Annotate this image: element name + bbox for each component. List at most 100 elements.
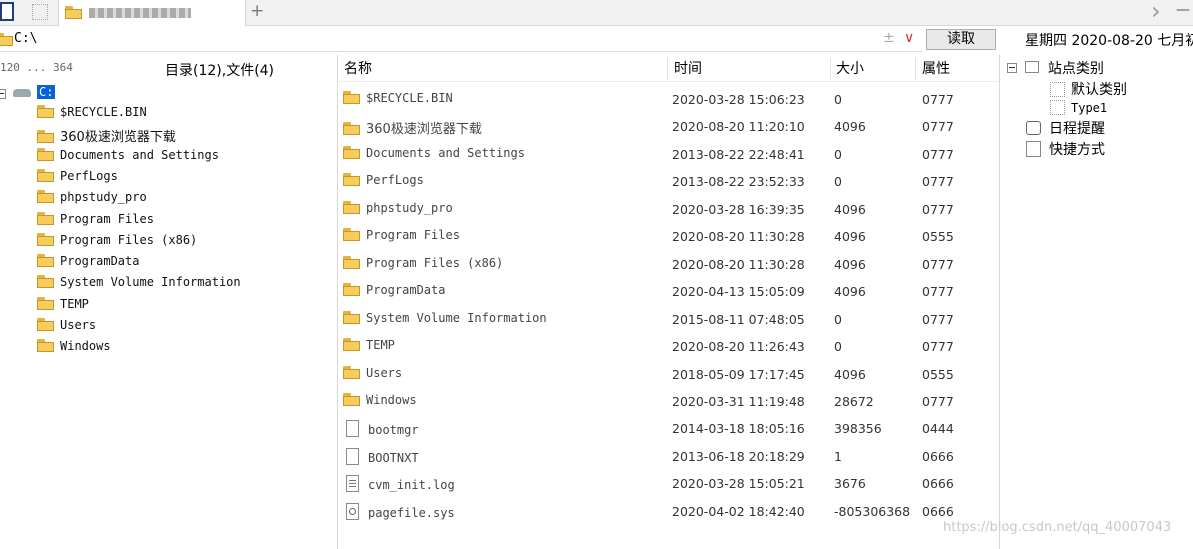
folder-icon [37,296,54,310]
folder-icon [343,228,360,242]
tree-item-label: Program Files [60,211,154,226]
file-time: 2020-08-20 11:26:43 [672,339,805,355]
new-window-icon[interactable] [32,4,48,20]
tree-item-label: Windows [60,339,111,354]
tree-item[interactable]: 360极速浏览器下载 [37,126,176,145]
folder-icon [37,339,54,353]
file-attr: 0666 [922,503,954,519]
file-name-cell: ProgramData [343,283,445,297]
tree-item[interactable]: Program Files [37,211,154,227]
column-header-time[interactable]: 时间 [674,58,702,78]
file-row[interactable]: Documents and Settings 2013-08-22 22:48:4… [338,145,999,168]
file-attr: 0666 [922,448,954,464]
app-icon[interactable] [0,2,14,21]
column-header-size[interactable]: 大小 [836,58,864,78]
column-header-attr[interactable]: 属性 [922,58,950,78]
tree-item[interactable]: phpstudy_pro [37,190,147,205]
tree-item[interactable]: Users [37,318,96,333]
folder-icon [37,254,54,268]
side-item-schedule[interactable]: 日程提醒 [1026,118,1105,138]
column-header-name[interactable]: 名称 [344,58,372,78]
bookmark-toggle-icon[interactable]: ± [883,30,895,46]
file-row[interactable]: ProgramData 2020-04-13 15:05:09 4096 0777 [338,283,999,305]
file-row[interactable]: BOOTNXT 2013-06-18 20:18:29 1 0666 [338,447,999,470]
tree-item[interactable]: PerfLogs [37,168,118,184]
file-name: phpstudy_pro [366,200,453,215]
column-divider[interactable] [667,58,668,80]
side-item-default-category[interactable]: 默认类别 [1050,79,1127,99]
collapse-icon[interactable] [1007,63,1017,73]
file-time: 2013-08-22 22:48:41 [672,146,805,162]
file-time: 2020-04-13 15:05:09 [672,284,805,300]
file-size: 4096 [834,256,866,272]
file-time: 2020-08-20 11:30:28 [672,256,805,272]
file-row[interactable]: Users 2018-05-09 17:17:45 4096 0555 [338,365,999,388]
tab-active[interactable] [58,0,246,26]
category-icon [1025,61,1040,73]
nav-forward-icon[interactable]: › [1151,0,1161,25]
tree-item[interactable]: Windows [37,339,111,354]
file-row[interactable]: TEMP 2020-08-20 11:26:43 0 0777 [338,338,999,360]
folder-icon [343,145,360,159]
file-row[interactable]: Windows 2020-03-31 11:19:48 28672 0777 [338,392,999,415]
column-divider[interactable] [830,58,831,80]
address-bar[interactable]: C:\ ± ∨ [0,28,922,52]
file-row[interactable]: PerfLogs 2013-08-22 23:52:33 0 0777 [338,173,999,195]
side-item-type1[interactable]: Type1 [1050,100,1107,116]
file-row[interactable]: phpstudy_pro 2020-03-28 16:39:35 4096 0777 [338,200,999,223]
tree-item[interactable]: Documents and Settings [37,147,219,163]
file-name-cell: System Volume Information [343,310,547,325]
file-size: 0 [834,311,842,327]
file-name: PerfLogs [366,173,424,188]
chevron-down-icon[interactable]: ∨ [904,30,914,46]
file-row[interactable]: cvm_init.log 2020-03-28 15:05:21 3676 0666 [338,475,999,497]
file-time: 2020-04-02 18:42:40 [672,503,805,519]
file-name-cell: bootmgr [343,420,419,438]
file-time: 2020-03-31 11:19:48 [672,393,805,409]
add-tab-button[interactable]: + [250,1,264,21]
folder-icon [343,200,360,214]
folder-icon [37,105,54,118]
tree-item[interactable]: System Volume Information [37,275,241,290]
file-time: 2020-03-28 16:39:35 [672,201,805,217]
folder-icon [37,232,54,246]
file-row[interactable]: 360极速浏览器下载 2020-08-20 11:20:10 4096 0777 [338,118,999,140]
file-attr: 0666 [922,476,954,492]
column-divider[interactable] [915,58,916,80]
side-pane-divider[interactable] [999,55,1000,549]
file-size: 4096 [834,366,866,382]
folder-icon [343,338,360,352]
file-size: 0 [834,174,842,190]
file-name-cell: phpstudy_pro [343,200,453,215]
file-size: 4096 [834,119,866,135]
file-row[interactable]: bootmgr 2014-03-18 18:05:16 398356 0444 [338,420,999,442]
tree-item[interactable]: ProgramData [37,254,139,269]
file-time: 2018-05-09 17:17:45 [672,366,805,382]
file-size: 1 [834,448,842,464]
tree-item[interactable]: Program Files (x86) [37,232,197,248]
file-time: 2013-06-18 20:18:29 [672,448,805,464]
minimize-icon[interactable]: — [1176,2,1190,18]
file-row[interactable]: $RECYCLE.BIN 2020-03-28 15:06:23 0 0777 [338,91,999,113]
side-item-site-category[interactable]: 站点类别 [1007,58,1104,78]
file-name: TEMP [366,338,395,353]
file-row[interactable]: Program Files (x86) 2020-08-20 11:30:28 40… [338,255,999,278]
tree-item[interactable]: $RECYCLE.BIN [37,105,147,120]
file-row[interactable]: System Volume Information 2015-08-11 07:4… [338,310,999,333]
file-icon [346,420,359,438]
collapse-icon[interactable] [0,89,6,99]
folder-icon [37,211,54,225]
file-time: 2020-03-28 15:06:23 [672,92,805,107]
folder-icon [343,91,360,104]
file-row[interactable]: pagefile.sys 2020-04-02 18:42:40 -80530636… [338,502,999,525]
side-item-shortcuts[interactable]: 快捷方式 [1026,139,1105,159]
file-size: 0 [834,339,842,355]
file-row[interactable]: Program Files 2020-08-20 11:30:28 4096 0555 [338,228,999,250]
file-size: 28672 [834,393,874,409]
read-button[interactable]: 读取 [926,29,996,50]
tree-item[interactable]: TEMP [37,296,89,312]
file-name: Program Files (x86) [366,255,504,270]
text-file-icon [346,475,359,493]
header-underline [338,81,999,82]
file-attr: 0777 [922,119,954,135]
